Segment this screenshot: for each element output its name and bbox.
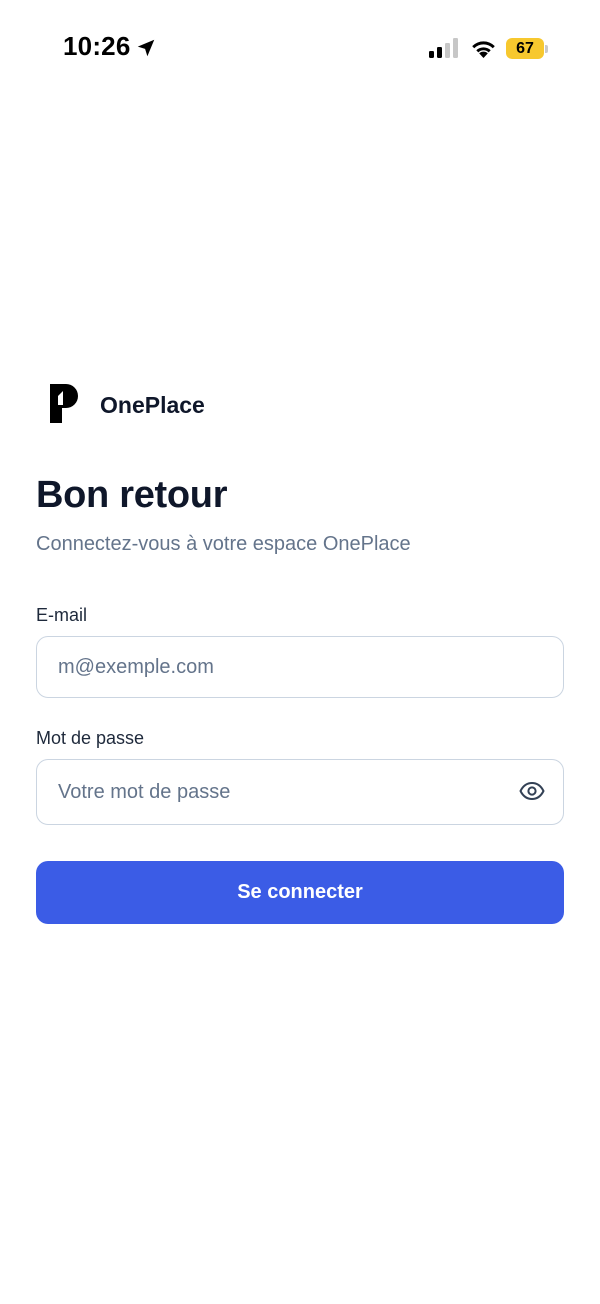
login-button[interactable]: Se connecter (36, 861, 564, 924)
page-subtitle: Connectez-vous à votre espace OnePlace (36, 533, 411, 555)
battery-icon: 67 (506, 38, 544, 59)
eye-icon[interactable] (519, 780, 545, 802)
password-field[interactable] (58, 760, 518, 824)
location-arrow-icon (137, 39, 155, 57)
login-screen: 10:26 67 OnePlace Bon retour Connectez-v… (0, 0, 600, 1304)
password-field-container (36, 759, 564, 825)
email-label: E-mail (36, 605, 88, 625)
password-label: Mot de passe (36, 728, 145, 748)
email-field-container (36, 636, 564, 698)
status-bar: 10:26 67 (0, 0, 600, 96)
wifi-icon (472, 41, 495, 58)
oneplace-logo-icon (50, 384, 78, 423)
email-field[interactable] (58, 637, 518, 697)
battery-cap (545, 45, 548, 53)
brand-name: OnePlace (100, 392, 205, 418)
cellular-signal-icon (429, 38, 458, 58)
status-time: 10:26 (63, 31, 131, 61)
battery-level: 67 (516, 40, 534, 57)
page-title: Bon retour (36, 474, 228, 516)
